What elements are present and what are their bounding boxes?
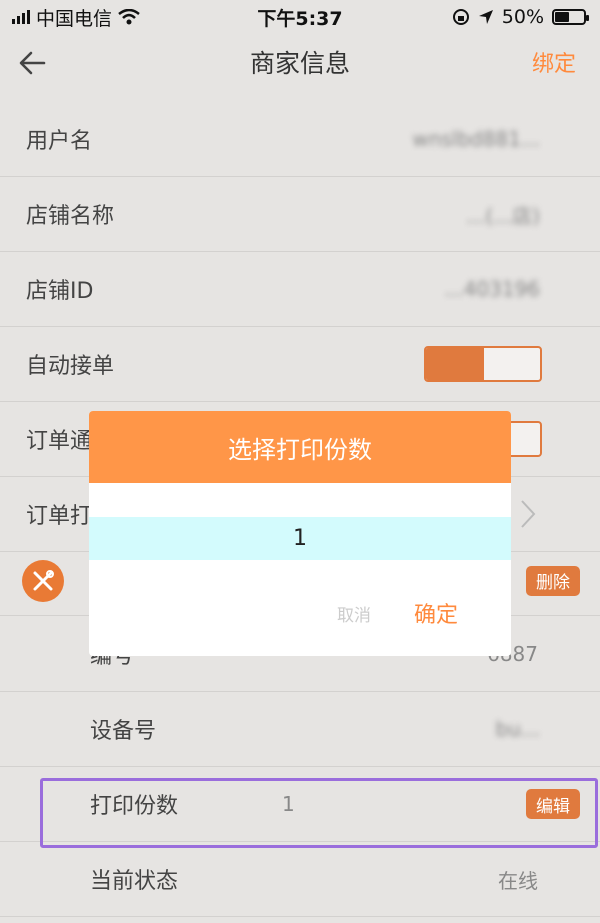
dialog-cancel-button[interactable]: 取消: [337, 601, 371, 626]
device-no-value: bu...: [495, 717, 540, 741]
store-id-label: 店铺ID: [26, 279, 94, 304]
device-no-label: 设备号: [90, 719, 157, 744]
auto-accept-label: 自动接单: [26, 354, 115, 379]
battery-icon: [552, 9, 589, 25]
status-right: 50%: [452, 6, 589, 28]
store-id-value: ...403196: [444, 277, 540, 301]
store-name-row: 店铺名称 ...(...店): [0, 177, 600, 252]
nav-bar: 商家信息 绑定: [0, 34, 600, 90]
store-name-value: ...(...店): [466, 203, 540, 228]
order-notify-label: 订单通: [26, 429, 93, 454]
auto-accept-toggle[interactable]: [424, 346, 542, 382]
tools-icon: [22, 559, 64, 602]
auto-accept-row: 自动接单: [0, 327, 600, 402]
status-value: 在线: [498, 868, 538, 893]
status-bar: 中国电信 下午5:37 50%: [0, 0, 600, 34]
chevron-right-icon: [521, 500, 536, 528]
back-arrow-icon[interactable]: [16, 46, 50, 80]
dialog-confirm-button[interactable]: 确定: [414, 597, 458, 629]
page-title: 商家信息: [249, 49, 350, 78]
username-row: 用户名 wnslbd881...: [0, 102, 600, 177]
print-copies-dialog: 选择打印份数 1 取消 确定: [89, 411, 511, 656]
battery-fill: [555, 12, 569, 22]
username-value: wnslbd881...: [412, 127, 540, 151]
store-name-label: 店铺名称: [26, 204, 115, 229]
username-label: 用户名: [26, 129, 93, 154]
copies-picker-selected[interactable]: 1: [89, 517, 511, 560]
lock-rotation-icon: [452, 9, 469, 25]
location-icon: [478, 10, 493, 24]
bind-button[interactable]: 绑定: [532, 46, 576, 78]
battery-percent: 50%: [501, 6, 544, 28]
delete-button[interactable]: 删除: [526, 565, 580, 596]
status-row: 当前状态 在线: [0, 842, 600, 917]
dialog-title: 选择打印份数: [89, 411, 511, 483]
store-id-row: 店铺ID ...403196: [0, 252, 600, 327]
annotation-highlight-box: [40, 778, 598, 848]
order-print-label: 订单打: [26, 504, 93, 529]
status-label: 当前状态: [90, 869, 179, 894]
device-no-row: 设备号 bu...: [0, 692, 600, 767]
